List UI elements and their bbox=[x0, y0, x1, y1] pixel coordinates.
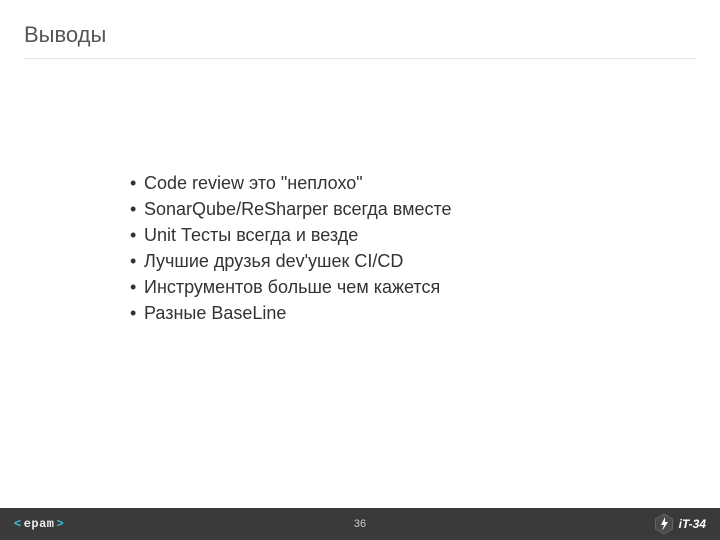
bullet-list: • Code review это "неплохо" • SonarQube/… bbox=[130, 170, 600, 327]
slide: Выводы • Code review это "неплохо" • Son… bbox=[0, 0, 720, 540]
list-item: • SonarQube/ReSharper всегда вместе bbox=[130, 196, 600, 222]
list-item-text: SonarQube/ReSharper всегда вместе bbox=[144, 196, 452, 222]
bullet-icon: • bbox=[130, 170, 144, 196]
bolt-icon bbox=[655, 514, 673, 534]
list-item: • Разные BaseLine bbox=[130, 300, 600, 326]
bullet-icon: • bbox=[130, 222, 144, 248]
footer-bar: < epam > 36 iT-34 bbox=[0, 508, 720, 540]
brand-text: epam bbox=[24, 517, 55, 531]
list-item: • Лучшие друзья dev'ушек CI/CD bbox=[130, 248, 600, 274]
list-item-text: Инструментов больше чем кажется bbox=[144, 274, 440, 300]
angle-open-icon: < bbox=[14, 517, 22, 531]
bullet-icon: • bbox=[130, 300, 144, 326]
list-item-text: Unit Тесты всегда и везде bbox=[144, 222, 358, 248]
bullet-icon: • bbox=[130, 274, 144, 300]
slide-title: Выводы bbox=[24, 22, 106, 48]
title-divider bbox=[24, 58, 696, 59]
list-item-text: Code review это "неплохо" bbox=[144, 170, 363, 196]
list-item: • Code review это "неплохо" bbox=[130, 170, 600, 196]
footer-right-label: iT-34 bbox=[679, 517, 706, 531]
page-number: 36 bbox=[354, 518, 366, 530]
footer-left-brand: < epam > bbox=[14, 517, 64, 531]
angle-close-icon: > bbox=[57, 517, 65, 531]
bullet-icon: • bbox=[130, 196, 144, 222]
list-item-text: Разные BaseLine bbox=[144, 300, 286, 326]
footer-right-brand: iT-34 bbox=[655, 514, 706, 534]
list-item-text: Лучшие друзья dev'ушек CI/CD bbox=[144, 248, 403, 274]
list-item: • Инструментов больше чем кажется bbox=[130, 274, 600, 300]
bullet-icon: • bbox=[130, 248, 144, 274]
list-item: • Unit Тесты всегда и везде bbox=[130, 222, 600, 248]
